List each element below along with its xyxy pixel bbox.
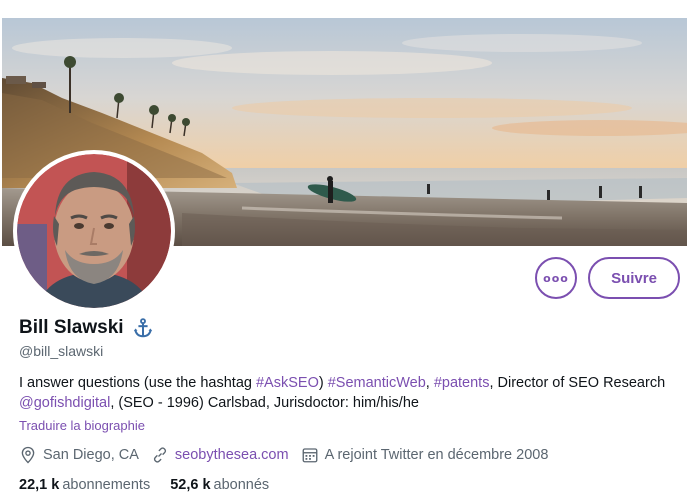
- website-link[interactable]: seobythesea.com: [175, 447, 289, 463]
- following-label: abonnements: [62, 477, 151, 493]
- bio-text: I answer questions (use the hashtag: [19, 375, 256, 391]
- joined-item: A rejoint Twitter en décembre 2008: [301, 446, 549, 464]
- profile-photo: [17, 154, 171, 308]
- hashtag-link[interactable]: #patents: [434, 375, 490, 391]
- anchor-icon: [133, 318, 152, 338]
- profile-avatar[interactable]: [13, 150, 175, 312]
- bio-text: , Director of SEO Research: [489, 375, 666, 391]
- profile-meta: San Diego, CA seobythesea.com A rejoint …: [19, 446, 560, 464]
- link-icon: [153, 447, 167, 463]
- joined-text: A rejoint Twitter en décembre 2008: [324, 447, 549, 463]
- translate-bio-link[interactable]: Traduire la biographie: [19, 418, 145, 433]
- more-options-button[interactable]: ooo: [535, 257, 577, 299]
- display-name: Bill Slawski: [19, 317, 124, 338]
- hashtag-link[interactable]: #SemanticWeb: [328, 375, 426, 391]
- bio-text: ,: [425, 375, 434, 391]
- bio-text: ): [318, 375, 328, 391]
- location-text: San Diego, CA: [43, 447, 139, 463]
- website-item[interactable]: seobythesea.com: [151, 446, 289, 464]
- profile-page: ooo Suivre Bill Slawski @bill_slawski I …: [0, 0, 691, 500]
- following-stat[interactable]: 22,1 k abonnements: [19, 477, 150, 493]
- followers-count: 52,6 k: [170, 477, 211, 493]
- name-row: Bill Slawski: [19, 314, 154, 342]
- following-count: 22,1 k: [19, 477, 60, 493]
- profile-bio: I answer questions (use the hashtag #Ask…: [19, 373, 679, 413]
- follow-stats: 22,1 k abonnements 52,6 k abonnés: [19, 477, 289, 493]
- calendar-icon: [302, 448, 318, 463]
- bio-text: , (SEO - 1996) Carlsbad, Jurisdoctor: hi…: [110, 395, 419, 411]
- followers-label: abonnés: [213, 477, 270, 493]
- hashtag-link[interactable]: #AskSEO: [256, 375, 319, 391]
- mention-link[interactable]: @gofishdigital: [19, 395, 110, 411]
- user-handle: @bill_slawski: [19, 343, 104, 359]
- followers-stat[interactable]: 52,6 k abonnés: [170, 477, 269, 493]
- location-item: San Diego, CA: [19, 446, 139, 464]
- follow-button[interactable]: Suivre: [588, 257, 680, 299]
- location-pin-icon: [21, 446, 35, 464]
